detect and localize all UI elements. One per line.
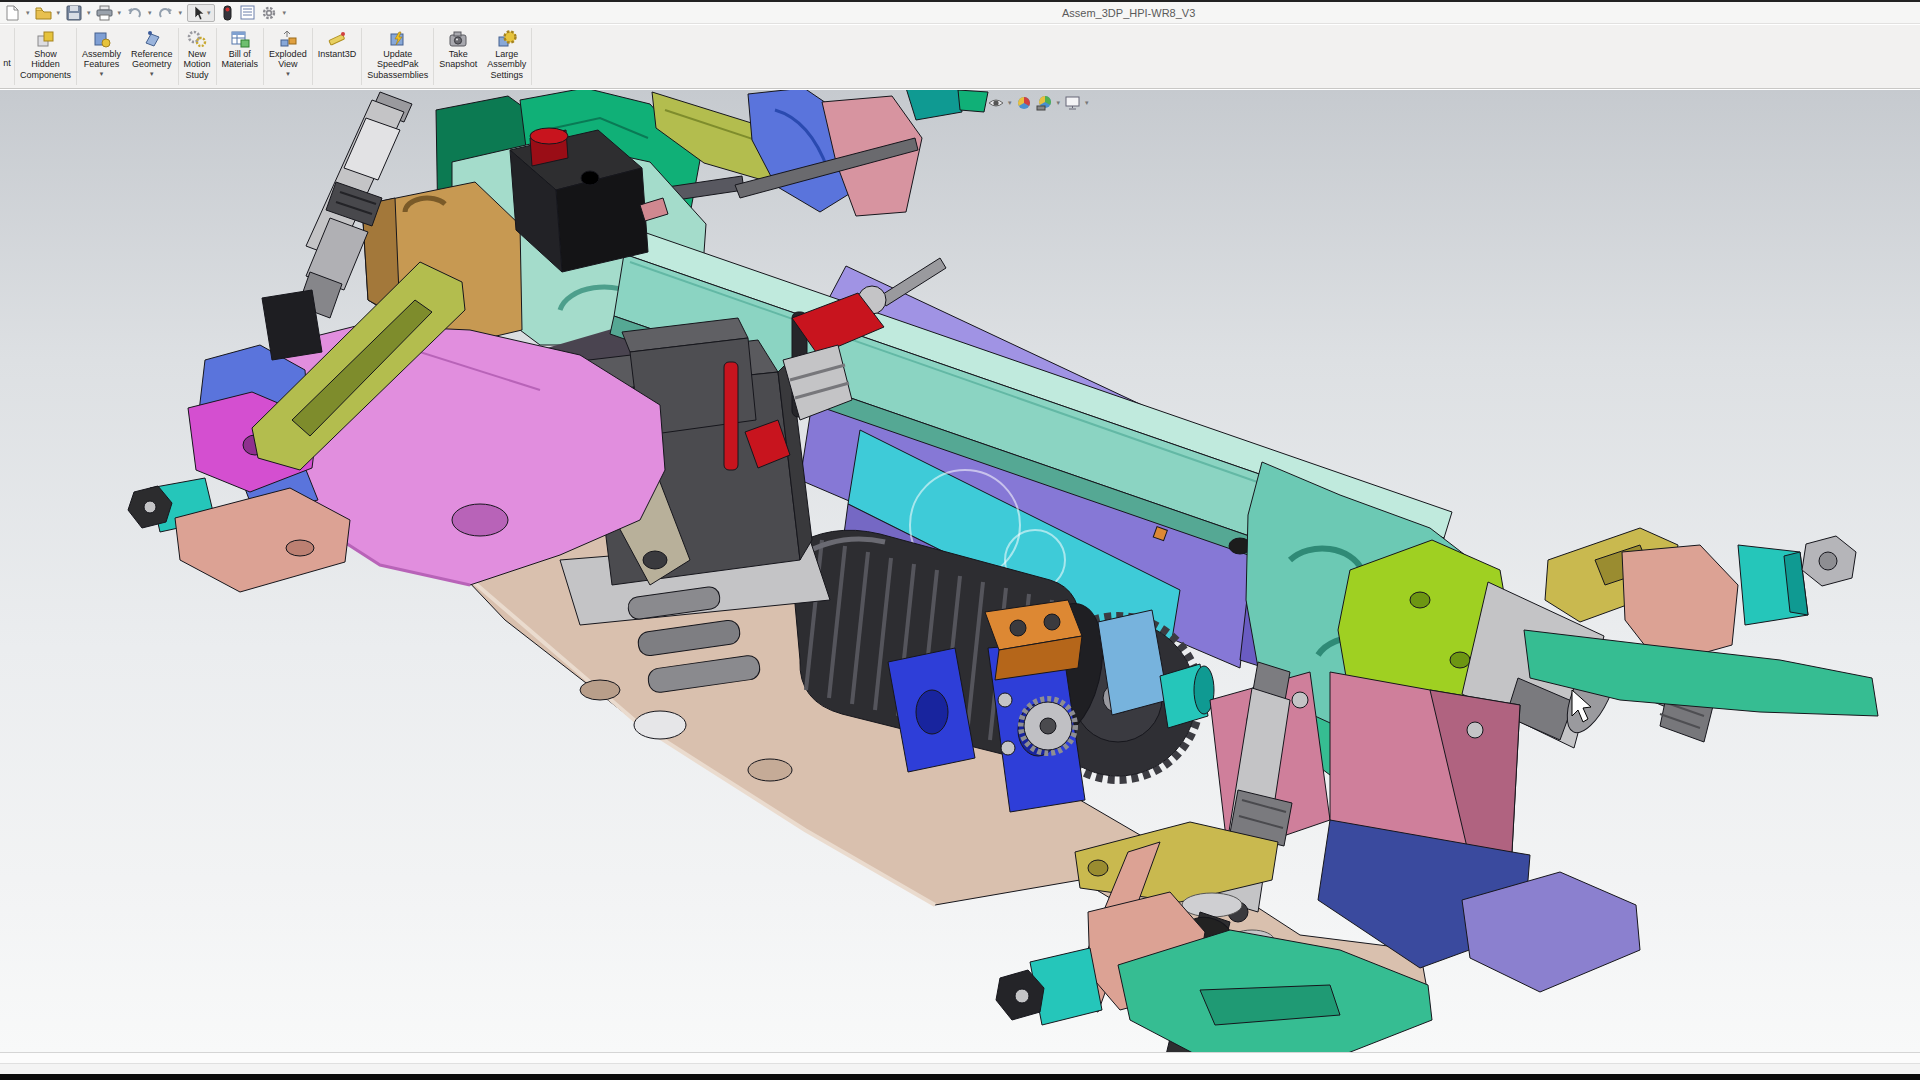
undo-icon[interactable] <box>126 4 143 21</box>
title-bar: ▾ ▾ ▾ ▾ ▾ ▾ ▾ ▾ <box>0 2 1920 24</box>
ribbon-button-exploded-view[interactable]: Exploded View▼ <box>264 25 312 88</box>
print-icon[interactable] <box>96 4 113 21</box>
show-hidden-components-icon <box>36 29 56 49</box>
ribbon-button-assembly-features[interactable]: Assembly Features▼ <box>77 25 126 88</box>
settings-gear-icon[interactable] <box>261 4 278 21</box>
ribbon-button-partial[interactable]: nt <box>0 25 14 88</box>
part-motor-clamp-orange[interactable] <box>985 600 1082 680</box>
bill-of-materials-icon <box>230 29 250 49</box>
ribbon-button-instant3d[interactable]: Instant3D <box>313 25 362 88</box>
ribbon-toolbar: nt Show Hidden Components Assembly Featu… <box>0 25 1920 89</box>
open-file-icon[interactable] <box>35 4 52 21</box>
video-bottom-bar <box>0 1074 1920 1080</box>
part-pinion-gear[interactable] <box>1021 699 1075 753</box>
part-top-edge-teal[interactable] <box>906 90 962 120</box>
ribbon-button-large-assembly-settings[interactable]: Large Assembly Settings <box>482 25 531 88</box>
new-motion-study-icon <box>187 29 207 49</box>
part-wheel-hex-rear-right[interactable] <box>1738 545 1808 625</box>
part-antenna-red[interactable] <box>724 362 738 470</box>
ribbon-button-reference-geometry[interactable]: Reference Geometry▼ <box>126 25 178 88</box>
update-speedpak-icon <box>388 29 408 49</box>
status-bar-lower <box>0 1063 1920 1074</box>
xpress-tools-icon[interactable] <box>219 4 236 21</box>
large-assembly-settings-icon <box>497 29 517 49</box>
part-top-edge-emerald[interactable] <box>958 90 988 112</box>
exploded-view-icon <box>278 29 298 49</box>
status-bar <box>0 1052 1920 1063</box>
instant3d-icon <box>327 29 347 49</box>
part-shaft-housing-teal[interactable] <box>1160 664 1214 728</box>
part-wheel-nut-rear-right[interactable] <box>1802 536 1856 586</box>
ribbon-button-update-speedpak[interactable]: Update SpeedPak Subassemblies <box>362 25 433 88</box>
window-title: Assem_3DP_HPI-WR8_V3 <box>1062 7 1195 19</box>
ribbon-button-take-snapshot[interactable]: Take Snapshot <box>434 25 482 88</box>
ribbon-button-show-hidden-components[interactable]: Show Hidden Components <box>15 25 76 88</box>
assembly-3d-model[interactable] <box>0 90 1920 1052</box>
part-wheel-hex-bottom[interactable] <box>996 948 1102 1025</box>
options-list-icon[interactable] <box>240 4 257 21</box>
select-tool-button[interactable]: ▾ <box>187 4 215 22</box>
ribbon-button-new-motion-study[interactable]: New Motion Study <box>179 25 216 88</box>
reference-geometry-icon <box>142 29 162 49</box>
redo-icon[interactable] <box>157 4 174 21</box>
save-icon[interactable] <box>65 4 82 21</box>
assembly-features-icon <box>92 29 112 49</box>
ribbon-button-bill-of-materials[interactable]: Bill of Materials <box>217 25 264 88</box>
take-snapshot-icon <box>448 29 468 49</box>
new-document-icon[interactable] <box>4 4 21 21</box>
